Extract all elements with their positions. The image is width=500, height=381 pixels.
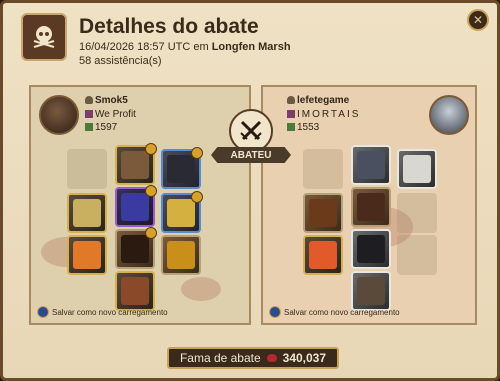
slot-potion[interactable] [303, 235, 343, 275]
kill-location: Longfen Marsh [211, 41, 291, 53]
kill-time-location: 16/04/2026 18:57 UTC em Longfen Marsh [79, 41, 291, 53]
kill-verb-banner: ABATEU [211, 147, 291, 163]
item-power-icon [85, 123, 93, 131]
slot-shoes[interactable] [115, 227, 157, 269]
fame-label: Fama de abate [179, 351, 261, 365]
slot-head[interactable] [115, 143, 157, 185]
killer-avatar[interactable] [39, 95, 79, 135]
skull-icon [21, 13, 67, 61]
close-button[interactable]: ✕ [467, 9, 489, 31]
save-icon [269, 306, 281, 318]
killer-panel: Smok5 We Profit 1597 Salvar como novo ca… [29, 85, 251, 325]
fame-value: 340,037 [282, 351, 327, 365]
victim-save-label: Salvar como novo carregamento [284, 307, 400, 317]
victim-name-row: lefetegame [287, 95, 349, 106]
killer-save-label: Salvar como novo carregamento [52, 307, 168, 317]
page-title: Detalhes do abate [79, 15, 259, 38]
victim-guild-row: IMORTAIS [287, 109, 360, 120]
close-icon: ✕ [472, 13, 484, 27]
slot-mainhand[interactable] [67, 193, 107, 233]
kill-datetime: 16/04/2026 18:57 UTC em [79, 41, 209, 53]
killer-name-row: Smok5 [85, 95, 128, 106]
victim-guild: IMORTAIS [297, 109, 361, 120]
victim-panel: lefetegame IMORTAIS 1553 Salvar como nov… [261, 85, 477, 325]
victim-item-power: 1553 [297, 122, 320, 133]
save-icon [37, 306, 49, 318]
killer-save-loadout[interactable]: Salvar como novo carregamento [37, 306, 168, 318]
killer-guild: We Profit [95, 109, 136, 120]
slot-cape[interactable] [397, 149, 437, 189]
slot-food [397, 235, 437, 275]
killer-item-power: 1597 [95, 122, 118, 133]
killer-guild-row: We Profit [85, 109, 136, 120]
slot-bag [67, 149, 107, 189]
player-icon [287, 96, 295, 104]
victim-avatar[interactable] [429, 95, 469, 135]
crossed-swords-icon [229, 109, 273, 153]
slot-food[interactable] [161, 235, 201, 275]
slot-armor[interactable] [115, 185, 157, 227]
slot-mount[interactable] [351, 271, 391, 311]
slot-cape[interactable] [161, 147, 203, 189]
player-icon [85, 96, 93, 104]
fame-icon [266, 354, 277, 362]
slot-head[interactable] [351, 145, 391, 185]
guild-icon [287, 110, 295, 118]
slot-offhand[interactable] [161, 191, 203, 233]
kill-fame-bar: Fama de abate 340,037 [167, 347, 339, 369]
victim-name: lefetegame [297, 95, 350, 106]
slot-mainhand[interactable] [303, 193, 343, 233]
killer-ip-row: 1597 [85, 122, 117, 133]
victim-ip-row: 1553 [287, 122, 319, 133]
slot-potion[interactable] [67, 235, 107, 275]
slot-shoes[interactable] [351, 229, 391, 269]
slot-mount[interactable] [115, 271, 155, 311]
slot-bag [303, 149, 343, 189]
victim-save-loadout[interactable]: Salvar como novo carregamento [269, 306, 400, 318]
killer-name: Smok5 [95, 95, 128, 106]
guild-icon [85, 110, 93, 118]
slot-offhand [397, 193, 437, 233]
assist-count: 58 assistência(s) [79, 55, 162, 67]
slot-armor[interactable] [351, 187, 391, 227]
item-power-icon [287, 123, 295, 131]
kill-details-window: ✕ Detalhes do abate 16/04/2026 18:57 UTC… [0, 0, 500, 381]
